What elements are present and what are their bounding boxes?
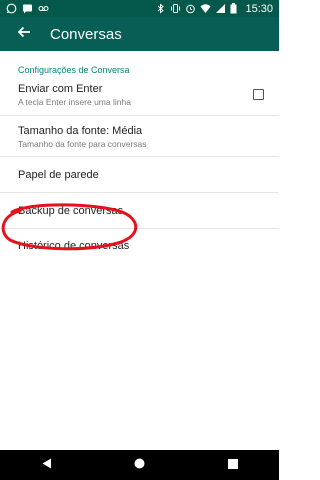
pref-backup-conversas[interactable]: Backup de conversas	[0, 193, 279, 229]
status-bar: 15:30	[0, 0, 279, 17]
pref-tamanho-fonte[interactable]: Tamanho da fonte: Média Tamanho da fonte…	[0, 116, 279, 157]
app-bar: Conversas	[0, 17, 279, 51]
settings-list: Configurações de Conversa Enviar com Ent…	[0, 51, 279, 263]
pref-title: Histórico de conversas	[18, 240, 130, 252]
pref-title: Enviar com Enter	[18, 83, 103, 95]
message-icon	[22, 3, 33, 14]
home-circle-icon	[134, 456, 145, 474]
pref-title: Backup de conversas	[18, 205, 124, 217]
nav-bar	[0, 450, 279, 480]
signal-icon	[215, 3, 226, 14]
alarm-icon	[185, 3, 196, 14]
battery-icon	[230, 3, 241, 14]
pref-historico-conversas[interactable]: Histórico de conversas	[0, 229, 279, 263]
voicemail-icon	[38, 3, 49, 14]
pref-summary: Tamanho da fonte para conversas	[18, 139, 147, 149]
back-button[interactable]	[10, 20, 38, 48]
bluetooth-icon	[155, 3, 166, 14]
pref-title: Papel de parede	[18, 169, 99, 181]
status-right: 15:30	[155, 3, 273, 15]
page-title: Conversas	[50, 25, 122, 43]
pref-enviar-com-enter[interactable]: Enviar com Enter A tecla Enter insere um…	[0, 74, 279, 116]
vibrate-icon	[170, 3, 181, 14]
whatsapp-icon	[6, 3, 17, 14]
wifi-icon	[200, 3, 211, 14]
nav-back-button[interactable]	[32, 450, 62, 480]
pref-papel-de-parede[interactable]: Papel de parede	[0, 157, 279, 193]
status-left	[6, 3, 49, 14]
enter-checkbox[interactable]	[253, 89, 264, 100]
pref-title: Tamanho da fonte: Média	[18, 125, 143, 137]
pref-summary: A tecla Enter insere uma linha	[18, 97, 131, 107]
status-time: 15:30	[245, 2, 273, 15]
section-header: Configurações de Conversa	[18, 65, 130, 75]
back-arrow-icon	[17, 25, 31, 44]
nav-home-button[interactable]	[125, 450, 155, 480]
nav-recents-button[interactable]	[218, 450, 248, 480]
back-triangle-icon	[42, 456, 52, 474]
recents-square-icon	[227, 456, 238, 474]
